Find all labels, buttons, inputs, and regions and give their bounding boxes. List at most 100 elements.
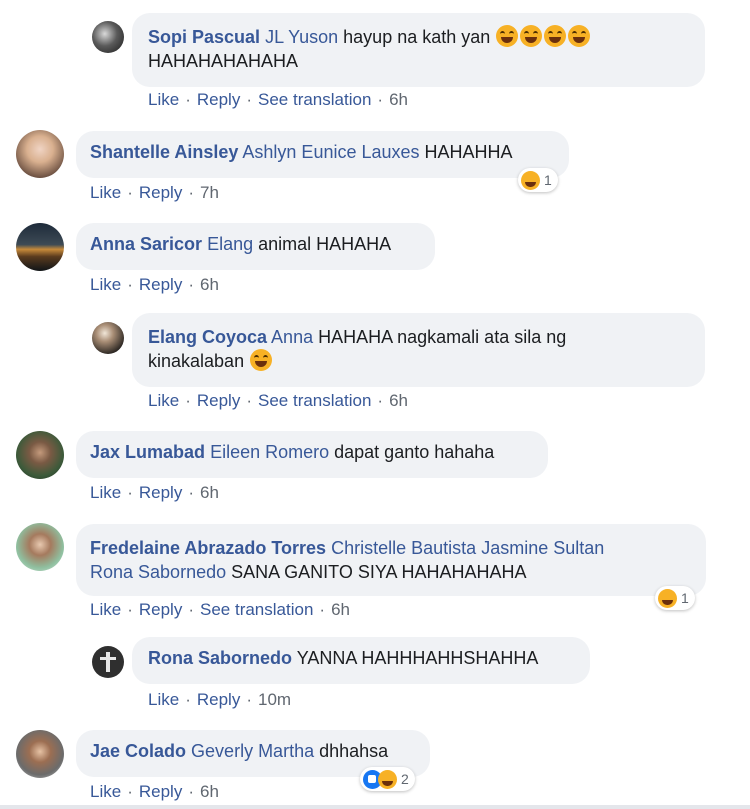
separator: · [188,782,194,801]
haha-reaction-icon [378,769,397,789]
cross-icon [106,652,110,672]
comment-mention[interactable]: Jasmine Sultan [481,538,604,558]
comment-time[interactable]: 6h [389,90,408,109]
separator: · [185,90,191,109]
comment-text: hayup na kath yan [343,27,491,47]
comment-actions: Like · Reply · 6h [90,483,219,503]
like-button[interactable]: Like [90,483,121,502]
avatar[interactable] [16,130,64,178]
comment-text: HAHAHA nagkamali ata sila ng [318,327,567,347]
comment-time[interactable]: 6h [331,600,350,619]
reply-button[interactable]: Reply [197,690,240,709]
reaction-count: 1 [681,590,689,606]
reaction-summary[interactable]: 1 [518,168,558,192]
separator: · [188,600,194,619]
comment-mention[interactable]: Ashlyn Eunice Lauxes [242,142,419,162]
like-button[interactable]: Like [148,391,179,410]
comment-mention[interactable]: Elang [207,234,253,254]
comment-actions: Like · Reply · 7h [90,183,219,203]
avatar[interactable] [92,322,124,354]
avatar[interactable] [92,646,124,678]
separator: · [185,690,191,709]
comment-mention[interactable]: Christelle Bautista [331,538,476,558]
comment-time[interactable]: 10m [258,690,291,709]
like-button[interactable]: Like [148,90,179,109]
comment-bubble: Elang Coyoca Anna HAHAHA nagkamali ata s… [132,313,705,387]
comment-actions: Like · Reply · 6h [90,782,219,802]
comment-bubble: Rona Sabornedo YANNA HAHHHAHHSHAHHA [132,637,590,684]
like-button[interactable]: Like [148,690,179,709]
see-translation-link[interactable]: See translation [258,391,371,410]
comment-time[interactable]: 6h [200,275,219,294]
separator: · [127,782,133,801]
separator: · [377,90,384,109]
avatar[interactable] [16,431,64,479]
separator: · [127,183,133,202]
separator: · [188,483,194,502]
comment-time[interactable]: 7h [200,183,219,202]
reply-button[interactable]: Reply [139,483,182,502]
comment-time[interactable]: 6h [389,391,408,410]
comment-author[interactable]: Rona Sabornedo [148,648,292,668]
separator: · [127,483,133,502]
comment-actions: Like · Reply · 6h [90,275,219,295]
avatar[interactable] [16,730,64,778]
comment-actions: Like · Reply · See translation · 6h [148,391,408,411]
comment-text-line2: HAHAHAHAHAHA [148,51,299,71]
comment-text: SANA GANITO SIYA HAHAHAHAHA [231,562,527,582]
like-button[interactable]: Like [90,275,121,294]
laughing-emoji-icon [495,25,591,47]
separator: · [127,600,133,619]
avatar[interactable] [16,223,64,271]
comment-mention[interactable]: Geverly Martha [191,741,314,761]
comment-author[interactable]: Jae Colado [90,741,186,761]
comment-bubble: Jax Lumabad Eileen Romero dapat ganto ha… [76,431,548,478]
comment-author[interactable]: Elang Coyoca [148,327,267,347]
comment-bubble: Shantelle Ainsley Ashlyn Eunice Lauxes H… [76,131,569,178]
comment-author[interactable]: Jax Lumabad [90,442,205,462]
comment-mention[interactable]: JL Yuson [265,27,338,47]
avatar[interactable] [92,21,124,53]
separator: · [188,183,194,202]
comment-mention[interactable]: Eileen Romero [210,442,329,462]
see-translation-link[interactable]: See translation [200,600,313,619]
reply-button[interactable]: Reply [197,90,240,109]
reply-button[interactable]: Reply [139,275,182,294]
comment-author[interactable]: Sopi Pascual [148,27,260,47]
reply-button[interactable]: Reply [139,782,182,801]
haha-reaction-icon [521,170,540,190]
separator: · [185,391,191,410]
reply-button[interactable]: Reply [139,183,182,202]
comment-mention[interactable]: Rona Sabornedo [90,562,226,582]
comment-actions: Like · Reply · 10m [148,690,291,710]
comment-bubble: Anna Saricor Elang animal HAHAHA [76,223,435,270]
comment-actions: Like · Reply · See translation · 6h [148,90,408,110]
like-button[interactable]: Like [90,600,121,619]
comment-text-line2: kinakalaban [148,351,245,371]
comment-author[interactable]: Shantelle Ainsley [90,142,238,162]
comment-text: dhhahsa [319,741,389,761]
comment-text: dapat ganto hahaha [334,442,495,462]
reaction-summary[interactable]: 1 [655,586,695,610]
reply-button[interactable]: Reply [197,391,240,410]
grinning-squint-emoji-icon [250,349,273,371]
comment-time[interactable]: 6h [200,782,219,801]
like-button[interactable]: Like [90,183,121,202]
separator: · [319,600,326,619]
comment-author[interactable]: Anna Saricor [90,234,202,254]
separator: · [246,690,252,709]
comment-author[interactable]: Fredelaine Abrazado Torres [90,538,326,558]
like-button[interactable]: Like [90,782,121,801]
comment-time[interactable]: 6h [200,483,219,502]
reaction-count: 1 [544,172,552,188]
comment-text: YANNA HAHHHAHHSHAHHA [296,648,539,668]
reaction-count: 2 [401,771,409,787]
separator: · [246,391,252,410]
reply-button[interactable]: Reply [139,600,182,619]
comment-bubble: Sopi Pascual JL Yuson hayup na kath yan … [132,13,705,87]
avatar[interactable] [16,523,64,571]
see-translation-link[interactable]: See translation [258,90,371,109]
reaction-summary[interactable]: 2 [360,767,415,791]
comment-actions: Like · Reply · See translation · 6h [90,600,350,620]
comment-mention[interactable]: Anna [271,327,313,347]
